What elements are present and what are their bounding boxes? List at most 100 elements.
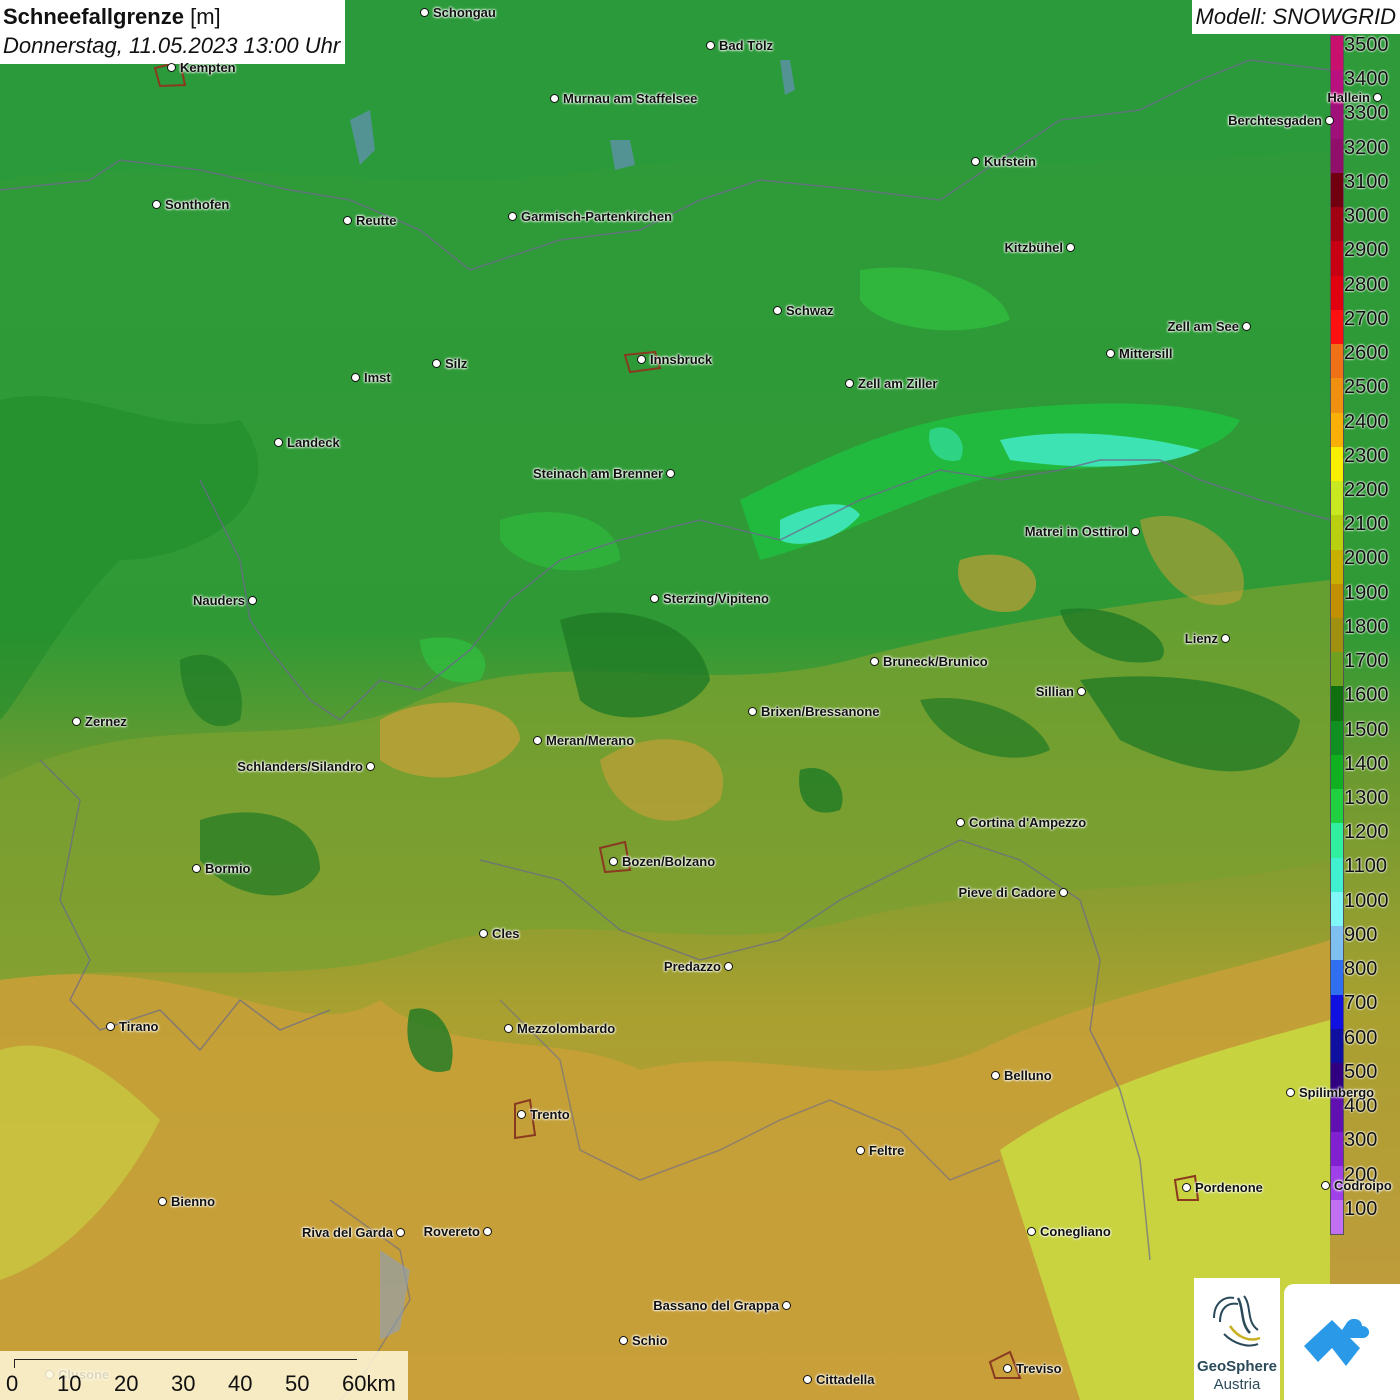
city-marker-icon[interactable]	[248, 596, 257, 605]
city-label[interactable]: Predazzo	[664, 960, 721, 974]
city-label[interactable]: Rovereto	[424, 1225, 480, 1239]
city-marker-icon[interactable]	[706, 41, 715, 50]
city-marker-icon[interactable]	[1321, 1181, 1330, 1190]
city-label[interactable]: Mittersill	[1119, 347, 1172, 361]
city-marker-icon[interactable]	[1286, 1088, 1295, 1097]
city-marker-icon[interactable]	[483, 1227, 492, 1236]
city-label[interactable]: Cittadella	[816, 1373, 875, 1387]
city-label[interactable]: Riva del Garda	[302, 1226, 393, 1240]
city-marker-icon[interactable]	[274, 438, 283, 447]
city-marker-icon[interactable]	[158, 1197, 167, 1206]
city-marker-icon[interactable]	[152, 200, 161, 209]
city-marker-icon[interactable]	[845, 379, 854, 388]
city-label[interactable]: Murnau am Staffelsee	[563, 92, 697, 106]
city-label[interactable]: Brixen/Bressanone	[761, 705, 880, 719]
city-marker-icon[interactable]	[508, 212, 517, 221]
city-marker-icon[interactable]	[432, 359, 441, 368]
city-marker-icon[interactable]	[782, 1301, 791, 1310]
city-marker-icon[interactable]	[1059, 888, 1068, 897]
city-label[interactable]: Landeck	[287, 436, 340, 450]
city-marker-icon[interactable]	[956, 818, 965, 827]
city-marker-icon[interactable]	[504, 1024, 513, 1033]
city-label[interactable]: Sonthofen	[165, 198, 229, 212]
city-marker-icon[interactable]	[1066, 243, 1075, 252]
city-label[interactable]: Steinach am Brenner	[533, 467, 663, 481]
city-label[interactable]: Conegliano	[1040, 1225, 1111, 1239]
city-label[interactable]: Sterzing/Vipiteno	[663, 592, 769, 606]
city-marker-icon[interactable]	[366, 762, 375, 771]
city-label[interactable]: Schwaz	[786, 304, 834, 318]
city-marker-icon[interactable]	[167, 63, 176, 72]
city-marker-icon[interactable]	[619, 1336, 628, 1345]
city-marker-icon[interactable]	[479, 929, 488, 938]
city-label[interactable]: Kitzbühel	[1005, 241, 1064, 255]
city-label[interactable]: Bozen/Bolzano	[622, 855, 715, 869]
city-marker-icon[interactable]	[609, 857, 618, 866]
city-label[interactable]: Nauders	[193, 594, 245, 608]
city-label[interactable]: Bassano del Grappa	[653, 1299, 779, 1313]
city-label[interactable]: Reutte	[356, 214, 396, 228]
city-marker-icon[interactable]	[351, 373, 360, 382]
city-label[interactable]: Schio	[632, 1334, 667, 1348]
city-label[interactable]: Cortina d'Ampezzo	[969, 816, 1086, 830]
city-marker-icon[interactable]	[1373, 93, 1382, 102]
city-label[interactable]: Bad Tölz	[719, 39, 773, 53]
city-label[interactable]: Garmisch-Partenkirchen	[521, 210, 672, 224]
city-label[interactable]: Lienz	[1185, 632, 1218, 646]
city-marker-icon[interactable]	[1077, 687, 1086, 696]
city-label[interactable]: Hallein	[1327, 91, 1370, 105]
city-label[interactable]: Trento	[530, 1108, 570, 1122]
city-label[interactable]: Belluno	[1004, 1069, 1052, 1083]
city-marker-icon[interactable]	[1027, 1227, 1036, 1236]
city-label[interactable]: Silz	[445, 357, 467, 371]
city-marker-icon[interactable]	[870, 657, 879, 666]
city-marker-icon[interactable]	[748, 707, 757, 716]
city-label[interactable]: Tirano	[119, 1020, 159, 1034]
city-marker-icon[interactable]	[991, 1071, 1000, 1080]
city-marker-icon[interactable]	[550, 94, 559, 103]
city-marker-icon[interactable]	[1106, 349, 1115, 358]
city-label[interactable]: Zell am See	[1167, 320, 1239, 334]
city-marker-icon[interactable]	[396, 1228, 405, 1237]
city-marker-icon[interactable]	[420, 8, 429, 17]
city-label[interactable]: Schongau	[433, 6, 496, 20]
city-marker-icon[interactable]	[856, 1146, 865, 1155]
city-label[interactable]: Bienno	[171, 1195, 215, 1209]
city-label[interactable]: Imst	[364, 371, 391, 385]
city-label[interactable]: Bormio	[205, 862, 251, 876]
geosphere-logo[interactable]: GeoSphere Austria	[1194, 1278, 1280, 1400]
city-marker-icon[interactable]	[773, 306, 782, 315]
city-label[interactable]: Kufstein	[984, 155, 1036, 169]
city-label[interactable]: Zernez	[85, 715, 127, 729]
city-label[interactable]: Mezzolombardo	[517, 1022, 615, 1036]
city-marker-icon[interactable]	[971, 157, 980, 166]
city-marker-icon[interactable]	[1182, 1183, 1191, 1192]
city-label[interactable]: Zell am Ziller	[858, 377, 937, 391]
city-label[interactable]: Cles	[492, 927, 519, 941]
city-label[interactable]: Schlanders/Silandro	[237, 760, 363, 774]
city-marker-icon[interactable]	[650, 594, 659, 603]
city-marker-icon[interactable]	[533, 736, 542, 745]
city-label[interactable]: Innsbruck	[650, 353, 712, 367]
city-marker-icon[interactable]	[637, 355, 646, 364]
city-label[interactable]: Pieve di Cadore	[958, 886, 1056, 900]
city-marker-icon[interactable]	[1325, 116, 1334, 125]
city-marker-icon[interactable]	[803, 1375, 812, 1384]
city-marker-icon[interactable]	[72, 717, 81, 726]
city-marker-icon[interactable]	[666, 469, 675, 478]
city-label[interactable]: Matrei in Osttirol	[1025, 525, 1128, 539]
city-marker-icon[interactable]	[192, 864, 201, 873]
city-label[interactable]: Spilimbergo	[1299, 1086, 1374, 1100]
city-label[interactable]: Kempten	[180, 61, 236, 75]
city-marker-icon[interactable]	[517, 1110, 526, 1119]
city-marker-icon[interactable]	[1131, 527, 1140, 536]
city-label[interactable]: Sillian	[1036, 685, 1074, 699]
city-label[interactable]: Pordenone	[1195, 1181, 1263, 1195]
city-label[interactable]: Feltre	[869, 1144, 904, 1158]
city-marker-icon[interactable]	[106, 1022, 115, 1031]
city-label[interactable]: Treviso	[1016, 1362, 1062, 1376]
city-marker-icon[interactable]	[343, 216, 352, 225]
city-marker-icon[interactable]	[724, 962, 733, 971]
city-marker-icon[interactable]	[1003, 1364, 1012, 1373]
city-marker-icon[interactable]	[1242, 322, 1251, 331]
